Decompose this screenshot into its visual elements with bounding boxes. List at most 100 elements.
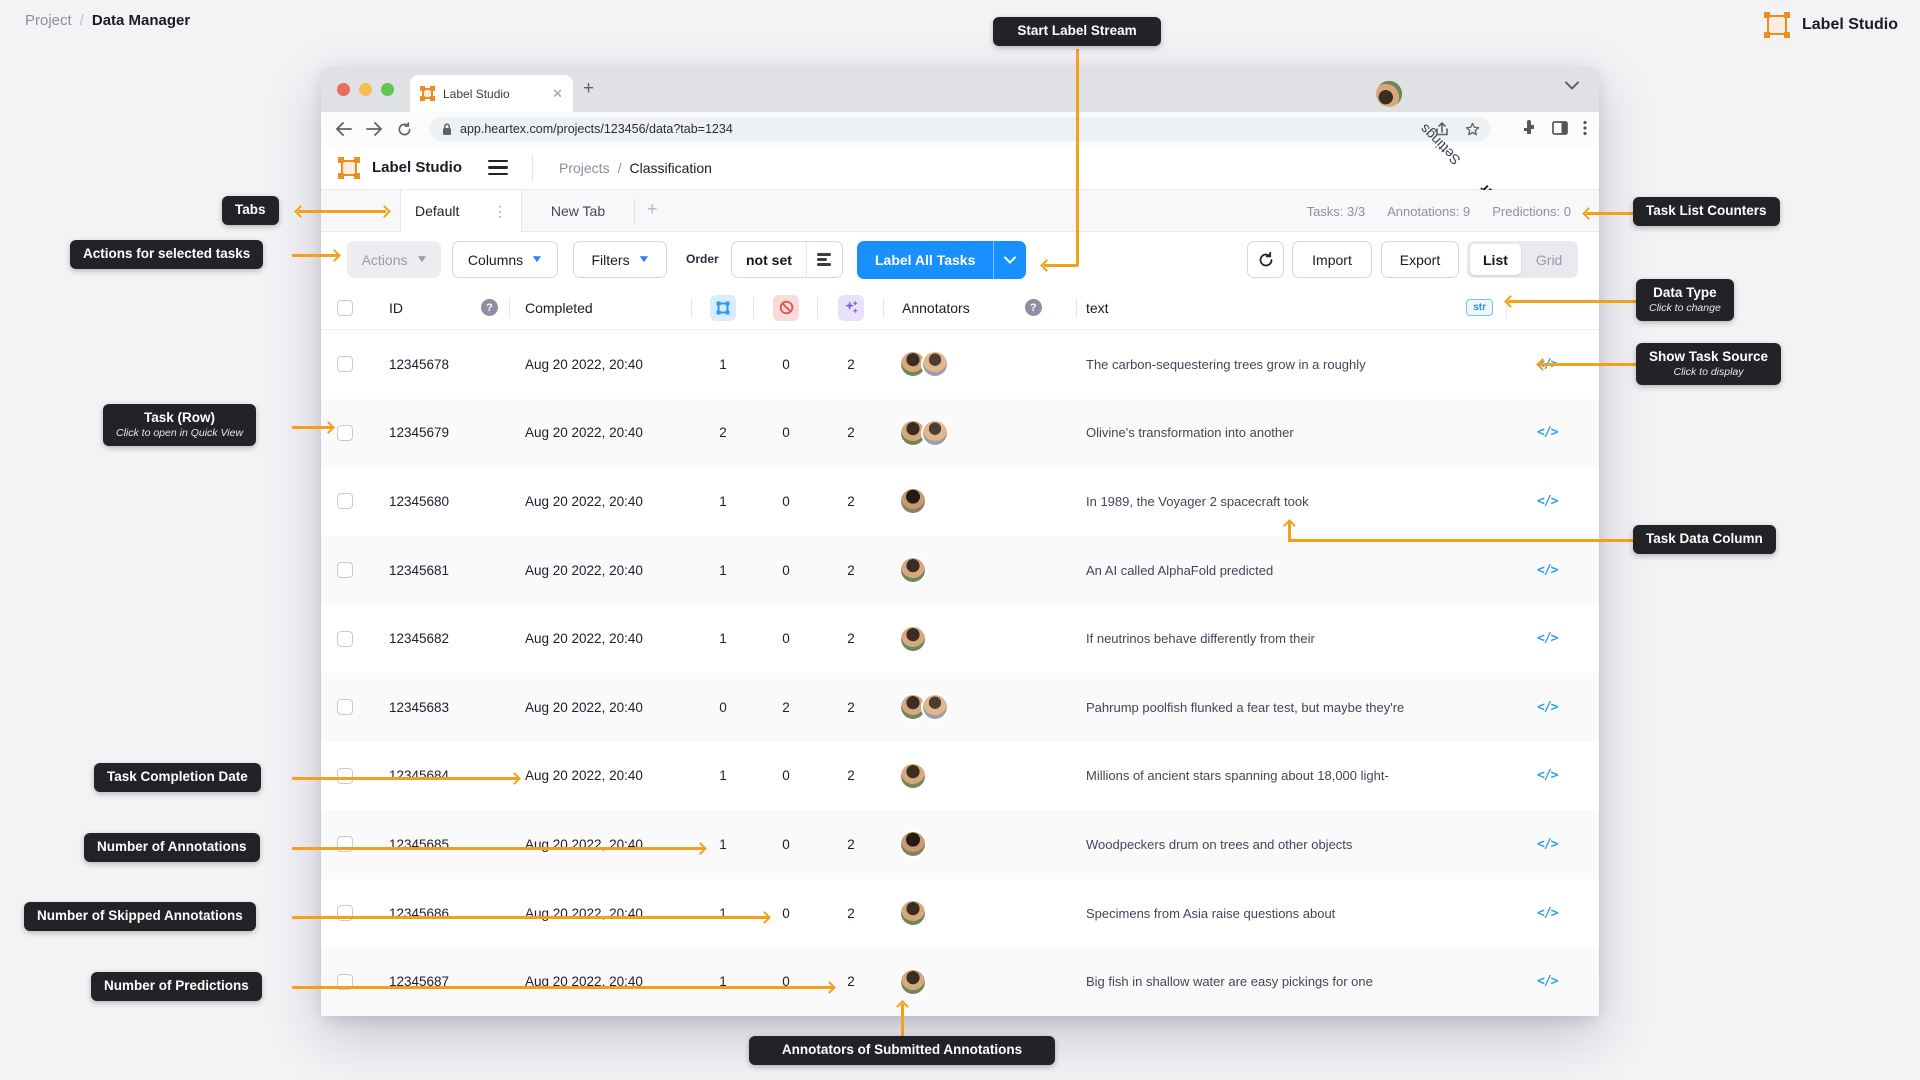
- new-tab-icon[interactable]: +: [583, 79, 594, 99]
- column-header-annotations[interactable]: [692, 286, 754, 329]
- add-tab-icon[interactable]: +: [647, 199, 658, 220]
- annotator-avatar[interactable]: [921, 418, 949, 447]
- row-checkbox[interactable]: [337, 767, 353, 784]
- label-all-tasks-chevron[interactable]: [993, 241, 1026, 279]
- address-bar[interactable]: app.heartex.com/projects/123456/data?tab…: [430, 117, 1490, 141]
- row-checkbox[interactable]: [337, 905, 353, 922]
- reload-icon[interactable]: [397, 121, 412, 137]
- column-header-annotators[interactable]: Annotators ?: [884, 286, 1077, 329]
- maximize-window-button[interactable]: [381, 83, 394, 96]
- show-task-source-icon[interactable]: </>: [1537, 700, 1559, 715]
- actions-dropdown[interactable]: Actions ▼: [347, 241, 441, 278]
- hamburger-menu-icon[interactable]: [488, 159, 508, 176]
- column-header-completed[interactable]: Completed: [510, 286, 692, 329]
- tab-options-kebab-icon[interactable]: ⋮: [493, 203, 507, 220]
- data-type-badge[interactable]: str: [1466, 299, 1493, 316]
- row-annotations-count: 1: [719, 356, 727, 372]
- table-row[interactable]: 12345679 Aug 20 2022, 20:40 2 0 2 Olivin…: [321, 398, 1599, 468]
- view-grid-button[interactable]: Grid: [1523, 244, 1575, 275]
- arrow-task-completion-date: [292, 777, 518, 780]
- close-window-button[interactable]: [337, 83, 350, 96]
- column-header-text[interactable]: text str: [1077, 286, 1507, 329]
- view-list-button[interactable]: List: [1470, 244, 1521, 275]
- import-button[interactable]: Import: [1292, 241, 1372, 278]
- row-id: 12345685: [389, 836, 450, 852]
- show-task-source-icon[interactable]: </>: [1537, 837, 1559, 852]
- tab-new-tab[interactable]: New Tab: [522, 190, 634, 232]
- annotator-avatar[interactable]: [921, 693, 949, 722]
- show-task-source-icon[interactable]: </>: [1537, 563, 1559, 578]
- back-icon[interactable]: [335, 122, 352, 136]
- row-checkbox[interactable]: [337, 562, 353, 579]
- breadcrumb-project[interactable]: Project: [25, 12, 72, 29]
- app-logo-icon[interactable]: [338, 156, 360, 179]
- order-dropdown[interactable]: not set: [731, 241, 843, 278]
- row-checkbox[interactable]: [337, 699, 353, 716]
- row-completed-date: Aug 20 2022, 20:40: [525, 356, 643, 372]
- row-checkbox[interactable]: [337, 493, 353, 510]
- row-checkbox[interactable]: [337, 836, 353, 853]
- column-header-predictions[interactable]: [818, 286, 884, 329]
- window-controls[interactable]: [337, 83, 394, 96]
- annotator-avatar[interactable]: [899, 487, 927, 516]
- row-completed-date: Aug 20 2022, 20:40: [525, 631, 643, 647]
- columns-dropdown[interactable]: Columns ▼: [452, 241, 558, 278]
- tab-default[interactable]: Default ⋮: [400, 190, 522, 232]
- label-all-tasks-button[interactable]: Label All Tasks: [857, 241, 1027, 279]
- order-label: Order: [686, 252, 719, 266]
- id-help-icon[interactable]: ?: [481, 299, 498, 316]
- arrow-number-of-skipped: [292, 916, 768, 919]
- annotators-help-icon[interactable]: ?: [1024, 299, 1042, 316]
- table-row[interactable]: 12345680 Aug 20 2022, 20:40 1 0 2 In 198…: [321, 467, 1599, 536]
- annotator-avatar[interactable]: [921, 350, 949, 379]
- show-task-source-icon[interactable]: </>: [1537, 974, 1559, 989]
- browser-menu-kebab-icon[interactable]: [1583, 120, 1587, 136]
- show-task-source-icon[interactable]: </>: [1537, 768, 1559, 783]
- column-header-skipped[interactable]: [754, 286, 818, 329]
- annotator-avatar[interactable]: [899, 556, 927, 585]
- table-row[interactable]: 12345682 Aug 20 2022, 20:40 1 0 2 If neu…: [321, 604, 1599, 673]
- select-all-checkbox[interactable]: [337, 299, 353, 316]
- show-task-source-icon[interactable]: </>: [1537, 906, 1559, 921]
- export-button[interactable]: Export: [1381, 241, 1459, 278]
- refresh-button[interactable]: [1247, 241, 1284, 278]
- extensions-puzzle-icon[interactable]: [1521, 120, 1537, 136]
- row-checkbox[interactable]: [337, 424, 353, 441]
- show-task-source-icon[interactable]: </>: [1537, 494, 1559, 509]
- row-annotator-avatars: [889, 830, 927, 859]
- tab-overview-chevron-icon[interactable]: [1565, 81, 1579, 90]
- show-task-source-icon[interactable]: </>: [1537, 425, 1559, 440]
- filters-dropdown[interactable]: Filters ▼: [573, 241, 667, 278]
- row-completed-date: Aug 20 2022, 20:40: [525, 425, 643, 441]
- forward-icon[interactable]: [366, 122, 383, 136]
- bookmark-star-icon[interactable]: [1465, 122, 1480, 137]
- counter-predictions: Predictions: 0: [1492, 203, 1571, 219]
- annotator-avatar[interactable]: [899, 761, 927, 790]
- table-row[interactable]: 12345685 Aug 20 2022, 20:40 1 0 2 Woodpe…: [321, 810, 1599, 879]
- minimize-window-button[interactable]: [359, 83, 372, 96]
- row-checkbox[interactable]: [337, 356, 353, 373]
- sidebar-panel-icon[interactable]: [1552, 121, 1568, 135]
- row-checkbox[interactable]: [337, 630, 353, 647]
- annotator-avatar[interactable]: [899, 967, 927, 996]
- table-row[interactable]: 12345683 Aug 20 2022, 20:40 0 2 2 Pahrum…: [321, 672, 1599, 742]
- callout-task-data-column: Task Data Column: [1633, 525, 1776, 554]
- app-logo-text[interactable]: Label Studio: [372, 159, 462, 176]
- annotator-avatar[interactable]: [899, 624, 927, 653]
- app-breadcrumb-projects[interactable]: Projects: [559, 160, 610, 176]
- show-task-source-icon[interactable]: </>: [1537, 631, 1559, 646]
- table-header: ID ? Completed Annotators ? text str: [321, 286, 1599, 330]
- close-tab-icon[interactable]: ✕: [552, 86, 563, 102]
- sort-direction-button[interactable]: [805, 242, 842, 277]
- callout-number-of-predictions: Number of Predictions: [91, 972, 262, 1001]
- table-row[interactable]: 12345686 Aug 20 2022, 20:40 1 0 2 Specim…: [321, 879, 1599, 948]
- brand-name: Label Studio: [1802, 16, 1898, 33]
- browser-tab[interactable]: Label Studio ✕: [410, 75, 573, 112]
- table-row[interactable]: 12345681 Aug 20 2022, 20:40 1 0 2 An AI …: [321, 535, 1599, 605]
- column-header-id[interactable]: ID: [369, 286, 481, 329]
- annotator-avatar[interactable]: [899, 899, 927, 928]
- annotator-avatar[interactable]: [899, 830, 927, 859]
- app-breadcrumb-current: Classification: [629, 159, 712, 176]
- table-row[interactable]: 12345678 Aug 20 2022, 20:40 1 0 2 The ca…: [321, 330, 1599, 399]
- table-row[interactable]: 12345687 Aug 20 2022, 20:40 1 0 2 Big fi…: [321, 947, 1599, 1016]
